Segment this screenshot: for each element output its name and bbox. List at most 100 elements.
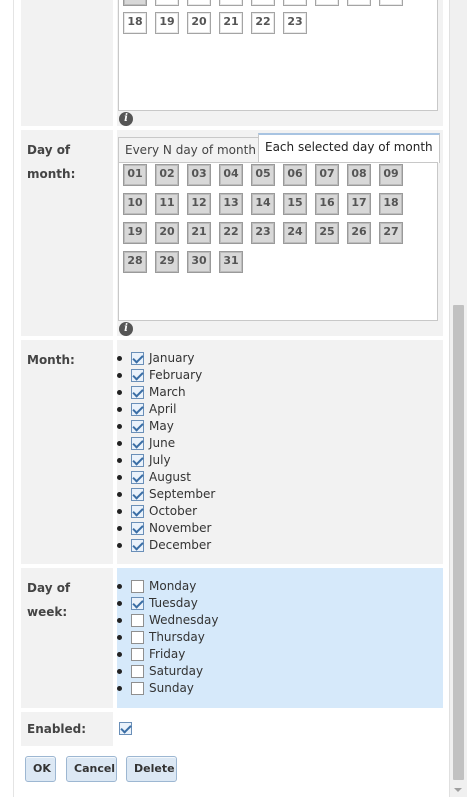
hour-button[interactable] (315, 0, 339, 6)
month-label[interactable]: August (149, 470, 191, 484)
hour-button[interactable]: 23 (283, 12, 307, 34)
day-of-week-label[interactable]: Sunday (149, 681, 194, 695)
month-checkbox[interactable] (131, 386, 144, 399)
day-of-month-button[interactable]: 24 (283, 222, 307, 244)
day-of-month-button[interactable]: 18 (379, 193, 403, 215)
tab-every-n-day[interactable]: Every N day of month (118, 137, 263, 163)
info-icon[interactable]: i (119, 112, 133, 126)
month-label[interactable]: February (149, 368, 202, 382)
hour-button[interactable] (283, 0, 307, 6)
hour-button[interactable] (251, 0, 275, 6)
day-of-week-label[interactable]: Saturday (149, 664, 203, 678)
day-of-month-button[interactable]: 28 (123, 251, 147, 273)
month-checkbox[interactable] (131, 539, 144, 552)
day-of-month-button[interactable]: 14 (251, 193, 275, 215)
month-label[interactable]: September (149, 487, 215, 501)
day-of-month-button[interactable]: 09 (379, 164, 403, 186)
month-checkbox[interactable] (131, 352, 144, 365)
day-of-month-button[interactable]: 26 (347, 222, 371, 244)
scrollbar-thumb[interactable] (453, 305, 464, 780)
month-label[interactable]: October (149, 504, 197, 518)
day-of-month-button[interactable]: 25 (315, 222, 339, 244)
hour-button[interactable] (123, 0, 147, 6)
day-of-week-label[interactable]: Friday (149, 647, 185, 661)
month-label[interactable]: December (149, 538, 211, 552)
month-checkbox[interactable] (131, 522, 144, 535)
month-label[interactable]: November (149, 521, 211, 535)
bullet-icon (117, 526, 122, 531)
hour-button[interactable]: 21 (219, 12, 243, 34)
scroll-down-arrow-icon[interactable] (454, 788, 462, 792)
month-label[interactable]: April (149, 402, 176, 416)
day-of-month-button[interactable]: 15 (283, 193, 307, 215)
day-of-month-button[interactable]: 05 (251, 164, 275, 186)
day-of-month-button[interactable]: 06 (283, 164, 307, 186)
vertical-scrollbar[interactable] (449, 0, 467, 797)
day-of-week-checkbox[interactable] (131, 631, 144, 644)
day-of-month-button[interactable]: 02 (155, 164, 179, 186)
hour-button[interactable]: 19 (155, 12, 179, 34)
day-of-week-checkbox[interactable] (131, 648, 144, 661)
day-of-month-button[interactable]: 23 (251, 222, 275, 244)
month-label[interactable]: March (149, 385, 186, 399)
month-checkbox[interactable] (131, 420, 144, 433)
month-checkbox[interactable] (131, 471, 144, 484)
enabled-checkbox[interactable] (119, 722, 132, 735)
month-label[interactable]: July (149, 453, 171, 467)
month-label[interactable]: June (149, 436, 175, 450)
day-of-month-button[interactable]: 21 (187, 222, 211, 244)
day-of-week-label[interactable]: Wednesday (149, 613, 218, 627)
month-checkbox[interactable] (131, 437, 144, 450)
month-checkbox[interactable] (131, 505, 144, 518)
hour-button[interactable]: 20 (187, 12, 211, 34)
cancel-button[interactable]: Cancel (66, 756, 117, 782)
day-of-month-button[interactable]: 19 (123, 222, 147, 244)
day-of-week-checkbox[interactable] (131, 597, 144, 610)
month-checkbox[interactable] (131, 454, 144, 467)
day-of-month-button[interactable]: 22 (219, 222, 243, 244)
month-label[interactable]: January (149, 351, 195, 365)
day-of-month-button[interactable]: 16 (315, 193, 339, 215)
day-of-week-checkbox[interactable] (131, 614, 144, 627)
day-of-month-button[interactable]: 27 (379, 222, 403, 244)
day-of-month-button[interactable]: 04 (219, 164, 243, 186)
day-of-month-button[interactable]: 03 (187, 164, 211, 186)
month-checkbox[interactable] (131, 403, 144, 416)
info-icon[interactable]: i (119, 322, 133, 336)
hour-button[interactable]: 22 (251, 12, 275, 34)
day-of-month-button[interactable]: 13 (219, 193, 243, 215)
day-of-month-value-cell: Every N day of month Each selected day o… (117, 130, 443, 336)
bullet-icon (117, 458, 122, 463)
day-of-week-label[interactable]: Tuesday (149, 596, 198, 610)
day-of-week-checkbox[interactable] (131, 665, 144, 678)
day-of-month-button[interactable]: 29 (155, 251, 179, 273)
hour-button[interactable] (379, 0, 403, 6)
day-of-week-checkbox[interactable] (131, 682, 144, 695)
day-of-month-button[interactable]: 20 (155, 222, 179, 244)
hour-button[interactable]: 18 (123, 12, 147, 34)
day-of-month-button[interactable]: 01 (123, 164, 147, 186)
delete-button[interactable]: Delete (126, 756, 177, 782)
tab-each-selected-day[interactable]: Each selected day of month (258, 133, 440, 163)
day-of-month-button[interactable]: 11 (155, 193, 179, 215)
month-checkbox[interactable] (131, 369, 144, 382)
day-of-month-button[interactable]: 10 (123, 193, 147, 215)
month-label[interactable]: May (149, 419, 174, 433)
ok-button[interactable]: OK (25, 756, 56, 782)
hour-button[interactable] (187, 0, 211, 6)
hour-button[interactable] (219, 0, 243, 6)
day-of-month-button[interactable]: 17 (347, 193, 371, 215)
day-of-week-label[interactable]: Monday (149, 579, 196, 593)
day-of-month-button[interactable]: 30 (187, 251, 211, 273)
month-checkbox[interactable] (131, 488, 144, 501)
bullet-icon (117, 584, 122, 589)
day-of-week-checkbox[interactable] (131, 580, 144, 593)
day-of-month-button[interactable]: 08 (347, 164, 371, 186)
day-of-week-item: Saturday (117, 663, 218, 680)
hour-button[interactable] (347, 0, 371, 6)
day-of-month-button[interactable]: 07 (315, 164, 339, 186)
hour-button[interactable] (155, 0, 179, 6)
day-of-month-button[interactable]: 31 (219, 251, 243, 273)
day-of-week-label[interactable]: Thursday (149, 630, 205, 644)
day-of-month-button[interactable]: 12 (187, 193, 211, 215)
